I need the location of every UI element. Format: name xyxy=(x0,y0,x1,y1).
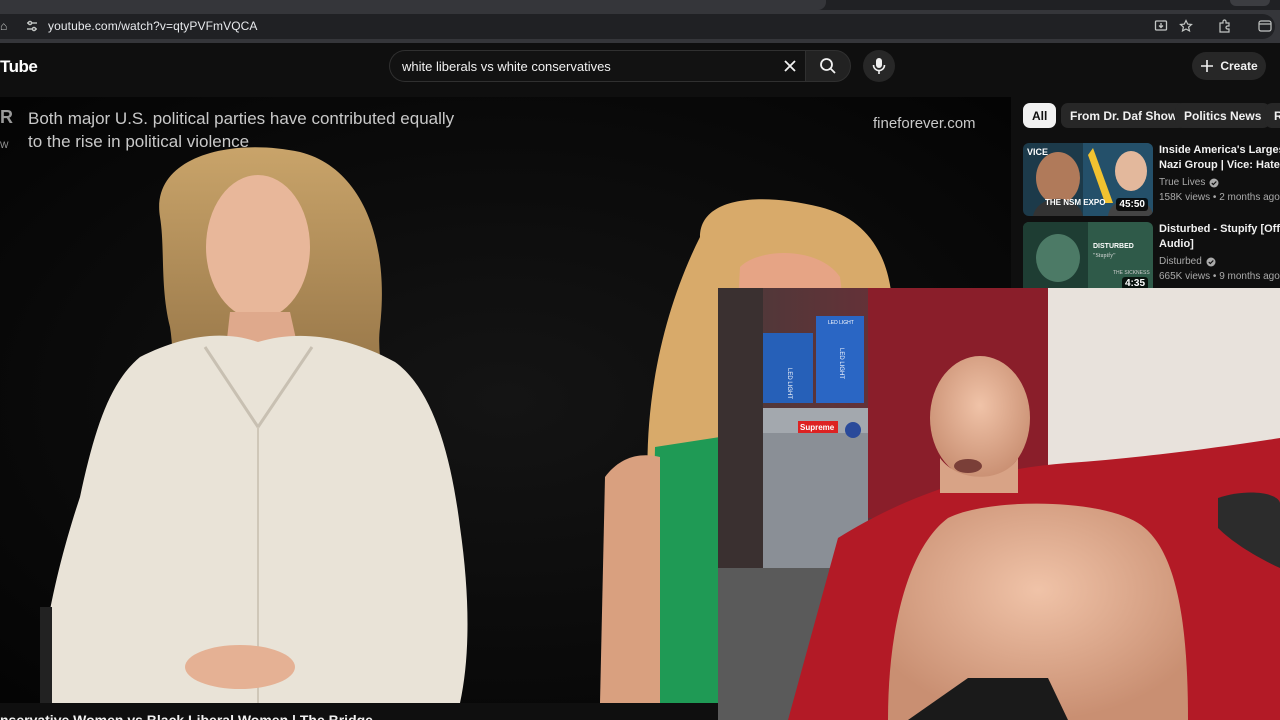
microphone-icon xyxy=(872,58,886,74)
search-input-value[interactable]: white liberals vs white conservatives xyxy=(402,59,611,74)
home-icon[interactable]: ⌂ xyxy=(0,19,8,33)
recommendation-meta: 158K views • 2 months ago xyxy=(1159,192,1280,203)
search-button[interactable] xyxy=(805,50,851,82)
chip-label: R xyxy=(1274,108,1280,123)
search-icon xyxy=(820,58,836,74)
channel-name: True Lives xyxy=(1159,177,1206,188)
recommendation-title[interactable]: Disturbed - Stupify [Offici Audio] xyxy=(1159,222,1280,252)
verified-icon xyxy=(1206,257,1216,266)
plus-icon xyxy=(1201,60,1214,72)
recommendation-channel[interactable]: Disturbed xyxy=(1159,256,1216,267)
title-line: Inside America's Largest xyxy=(1159,144,1280,156)
chip-label: From Dr. Daf Show xyxy=(1070,108,1178,123)
chip-politics-news[interactable]: Politics News xyxy=(1175,103,1271,128)
recommendation-channel[interactable]: True Lives xyxy=(1159,177,1219,188)
youtube-logo[interactable]: Tube xyxy=(0,57,38,77)
title-line: Disturbed - Stupify [Offici xyxy=(1159,223,1280,235)
video-watermark: fineforever.com xyxy=(873,115,976,132)
chip-more[interactable]: R xyxy=(1265,103,1280,128)
recommendation-item[interactable]: VICE THE NSM EXPO 45:50 Inside America's… xyxy=(1023,143,1280,217)
create-button[interactable]: Create xyxy=(1192,52,1266,80)
video-title-bar: nservative Women vs Black Liberal Women … xyxy=(0,703,718,720)
box-label: LED LIGHT xyxy=(786,368,792,399)
recommendation-title[interactable]: Inside America's Largest Nazi Group | Vi… xyxy=(1159,143,1280,173)
video-thumbnail[interactable]: DISTURBED "Stupify" THE SICKNESS 4:35 xyxy=(1023,222,1153,295)
video-duration: 45:50 xyxy=(1116,198,1148,211)
chip-label: Politics News xyxy=(1184,108,1262,123)
recommendation-item[interactable]: DISTURBED "Stupify" THE SICKNESS 4:35 Di… xyxy=(1023,222,1280,296)
install-icon[interactable] xyxy=(1152,17,1170,35)
clear-search-button[interactable] xyxy=(780,56,800,76)
thumb-text-top: DISTURBED xyxy=(1093,243,1134,250)
browser-tabstrip xyxy=(0,0,1280,10)
site-info-icon[interactable] xyxy=(24,18,40,34)
create-button-label: Create xyxy=(1220,59,1258,73)
title-line: Nazi Group | Vice: Hate T xyxy=(1159,159,1280,171)
channel-logo-mark: R xyxy=(0,107,13,127)
url-text[interactable]: youtube.com/watch?v=qtyPVFmVQCA xyxy=(48,19,258,33)
recommendation-meta: 665K views • 9 months ago xyxy=(1159,271,1280,282)
profile-icon[interactable] xyxy=(1256,17,1274,35)
fridge-sticker: Supreme xyxy=(800,423,835,432)
video-title: nservative Women vs Black Liberal Women … xyxy=(0,712,373,720)
box-label: LED LIGHT xyxy=(838,348,844,379)
webcam-frame: LED LIGHT LED LIGHT LED LIGHT Supreme xyxy=(718,288,1280,720)
box-label: LED LIGHT xyxy=(828,320,854,326)
thumb-text-bottom: THE SICKNESS xyxy=(1113,270,1150,276)
thumb-text-top: VICE xyxy=(1027,147,1048,157)
active-tab[interactable] xyxy=(0,0,826,10)
video-caption-overlay: Both major U.S. political parties have c… xyxy=(28,109,455,151)
webcam-overlay: LED LIGHT LED LIGHT LED LIGHT Supreme xyxy=(718,288,1280,720)
channel-logo-sub: W xyxy=(0,140,9,150)
chip-label: All xyxy=(1032,108,1048,123)
bookmark-star-icon[interactable] xyxy=(1177,17,1195,35)
chip-all[interactable]: All xyxy=(1023,103,1057,128)
video-thumbnail[interactable]: VICE THE NSM EXPO 45:50 xyxy=(1023,143,1153,216)
verified-icon xyxy=(1209,178,1219,187)
close-icon xyxy=(784,60,796,72)
extensions-icon[interactable] xyxy=(1216,17,1234,35)
voice-search-button[interactable] xyxy=(863,50,895,82)
title-line: Audio] xyxy=(1159,238,1194,250)
thumb-text-bottom: THE NSM EXPO xyxy=(1045,198,1105,207)
thumb-text-sub: "Stupify" xyxy=(1093,252,1116,259)
new-tab-area[interactable] xyxy=(1230,0,1270,6)
chip-from-channel[interactable]: From Dr. Daf Show xyxy=(1061,103,1187,128)
channel-name: Disturbed xyxy=(1159,256,1202,267)
